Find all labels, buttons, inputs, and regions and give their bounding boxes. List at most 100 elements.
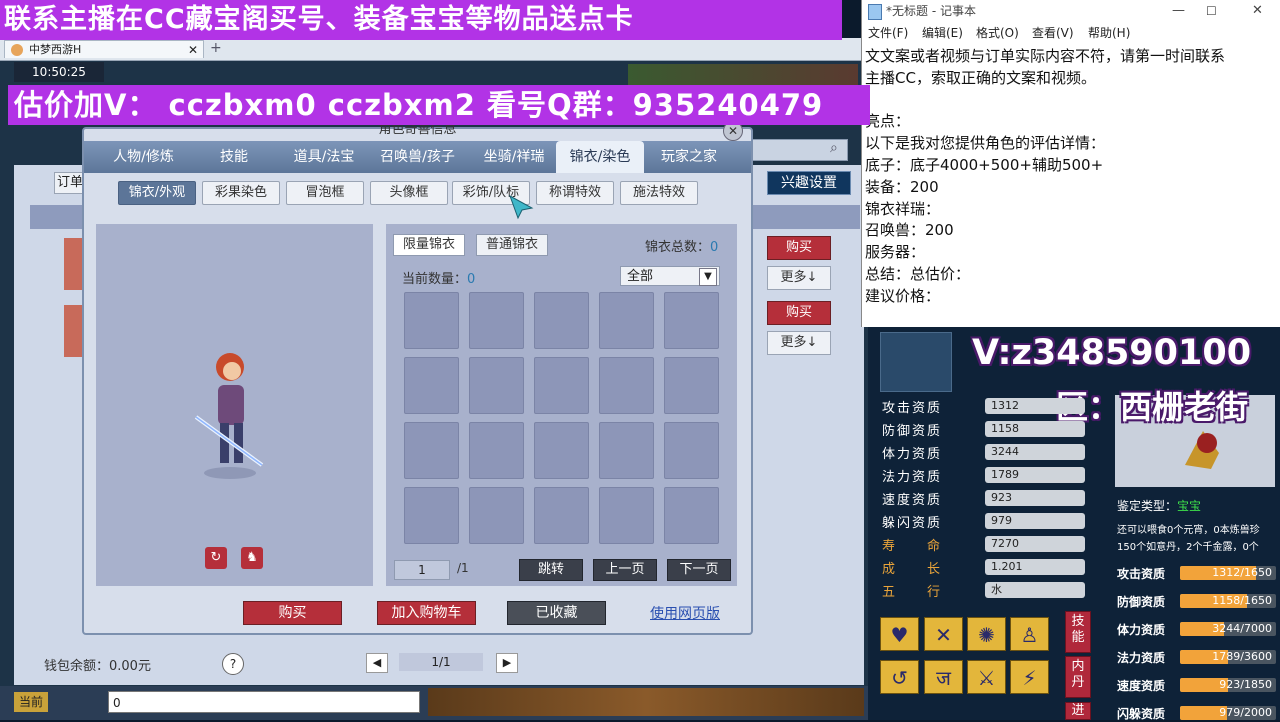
outfit-slot[interactable]: [404, 422, 459, 479]
stat-label: 寿 命: [882, 539, 943, 554]
menu-format[interactable]: 格式(O): [976, 23, 1019, 43]
stat-value: 923: [985, 490, 1085, 506]
skills-tab[interactable]: 技能: [1065, 611, 1091, 653]
subtab-dye[interactable]: 彩果染色: [202, 181, 280, 205]
outfit-slot[interactable]: [534, 487, 589, 544]
outfit-slot[interactable]: [599, 487, 654, 544]
tab-character[interactable]: 人物/修炼: [96, 141, 191, 173]
normal-outfit-tab[interactable]: 普通锦衣: [476, 234, 548, 256]
game-tab-bar: 中梦西游H ✕ +: [0, 38, 868, 61]
stat-label: 成 长: [882, 562, 943, 577]
tab-items[interactable]: 道具/法宝: [280, 141, 368, 173]
more-button[interactable]: 更多↓: [767, 266, 831, 290]
menu-edit[interactable]: 编辑(E): [922, 23, 963, 43]
skill-icon[interactable]: ♥: [880, 617, 919, 651]
tab-mounts[interactable]: 坐骑/祥瑞: [469, 141, 559, 173]
outfit-slot[interactable]: [599, 422, 654, 479]
outfit-slot[interactable]: [664, 357, 719, 414]
minimize-icon[interactable]: —: [1172, 0, 1185, 22]
web-version-link[interactable]: 使用网页版: [650, 603, 720, 623]
skill-icon[interactable]: ↺: [880, 660, 919, 694]
page-prev-icon[interactable]: ◀: [366, 653, 388, 673]
skill-icon[interactable]: ⚔: [967, 660, 1006, 694]
tab-outfits[interactable]: 锦衣/染色: [556, 141, 644, 173]
dialog-buy-button[interactable]: 购买: [243, 601, 342, 625]
outfit-slot[interactable]: [599, 292, 654, 349]
help-icon[interactable]: ?: [222, 653, 244, 675]
stat-value: 1.201: [985, 559, 1085, 575]
outfit-slot[interactable]: [599, 357, 654, 414]
more-button[interactable]: 更多↓: [767, 331, 831, 355]
close-icon[interactable]: ✕: [1252, 0, 1263, 22]
aptitude-value: 1312/1650: [1212, 566, 1272, 579]
tab-skills[interactable]: 技能: [194, 141, 274, 173]
outfit-slot[interactable]: [469, 487, 524, 544]
menu-help[interactable]: 帮助(H): [1088, 23, 1130, 43]
aptitude-bar: 3244/7000: [1180, 622, 1276, 636]
outfit-slot[interactable]: [404, 357, 459, 414]
buy-button[interactable]: 购买: [767, 236, 831, 260]
outfit-slot[interactable]: [534, 422, 589, 479]
advance-tab[interactable]: 进: [1065, 702, 1091, 720]
chat-input[interactable]: 0: [108, 691, 420, 713]
aptitude-value: 1789/3600: [1212, 650, 1272, 663]
page-next-icon[interactable]: ▶: [496, 653, 518, 673]
next-page-button[interactable]: 下一页: [667, 559, 731, 581]
jump-button[interactable]: 跳转: [519, 559, 583, 581]
text-line: 锦衣祥瑞：: [865, 199, 941, 218]
search-icon[interactable]: ⌕: [830, 140, 838, 156]
action-icon[interactable]: ♞: [241, 547, 263, 569]
subtab-outfit[interactable]: 锦衣/外观: [118, 181, 196, 205]
new-tab-icon[interactable]: +: [210, 40, 222, 56]
filter-select[interactable]: 全部 ▼: [620, 266, 720, 286]
skill-icon[interactable]: ✕: [924, 617, 963, 651]
tab-pets[interactable]: 召唤兽/孩子: [370, 141, 465, 173]
subtab-title-effect[interactable]: 称谓特效: [536, 181, 614, 205]
quickbar-icons[interactable]: [428, 688, 864, 716]
chat-channel[interactable]: 当前: [14, 692, 48, 712]
outfit-slot[interactable]: [404, 487, 459, 544]
close-icon[interactable]: ✕: [188, 41, 198, 59]
fun-settings-button[interactable]: 兴趣设置: [767, 171, 851, 195]
dialog-tabs: 人物/修炼 技能 道具/法宝 召唤兽/孩子 坐骑/祥瑞 锦衣/染色 玩家之家: [84, 141, 751, 173]
outfit-slot[interactable]: [469, 292, 524, 349]
skill-icon[interactable]: ♙: [1010, 617, 1049, 651]
maximize-icon[interactable]: ☐: [1206, 0, 1217, 22]
menu-view[interactable]: 查看(V): [1032, 23, 1074, 43]
game-tab[interactable]: 中梦西游H ✕: [4, 40, 204, 58]
notepad-text-area[interactable]: 文文案或者视频与订单实际内容不符，请第一时间联系 主播CC，索取正确的文案和视频…: [865, 46, 1275, 308]
skill-icon[interactable]: ✺: [967, 617, 1006, 651]
collected-button[interactable]: 已收藏: [507, 601, 606, 625]
skill-icon[interactable]: ज: [924, 660, 963, 694]
subtab-cast-effect[interactable]: 施法特效: [620, 181, 698, 205]
outfit-slot[interactable]: [664, 292, 719, 349]
page-input[interactable]: 1: [394, 560, 450, 580]
chevron-down-icon[interactable]: ▼: [699, 268, 717, 286]
outfit-slot[interactable]: [534, 357, 589, 414]
prev-page-button[interactable]: 上一页: [593, 559, 657, 581]
outfit-slot[interactable]: [469, 422, 524, 479]
menu-file[interactable]: 文件(F): [868, 23, 908, 43]
pet-portrait: [880, 332, 952, 392]
outfit-slot[interactable]: [664, 422, 719, 479]
inner-core-tab[interactable]: 内丹: [1065, 656, 1091, 698]
tab-player-home[interactable]: 玩家之家: [649, 141, 729, 173]
rotate-icon[interactable]: ↻: [205, 547, 227, 569]
text-line: 底子：底子4000+500+辅助500+: [865, 155, 1104, 174]
outfit-total: 锦衣总数：0: [645, 236, 718, 255]
outfit-slot[interactable]: [534, 292, 589, 349]
outfit-slot[interactable]: [404, 292, 459, 349]
text-line: 召唤兽：200: [865, 221, 954, 240]
subtab-bubble[interactable]: 冒泡框: [286, 181, 364, 205]
text-line: 装备：200: [865, 177, 939, 196]
outfit-slot[interactable]: [469, 357, 524, 414]
outfit-slot[interactable]: [664, 487, 719, 544]
limited-outfit-tab[interactable]: 限量锦衣: [393, 234, 465, 256]
buy-button[interactable]: 购买: [767, 301, 831, 325]
subtab-avatar-frame[interactable]: 头像框: [370, 181, 448, 205]
add-to-cart-button[interactable]: 加入购物车: [377, 601, 476, 625]
skill-icon[interactable]: ⚡: [1010, 660, 1049, 694]
aptitude-bar: 1158/1650: [1180, 594, 1276, 608]
cursor-icon: [508, 194, 534, 220]
page-indicator: 1/1: [399, 653, 483, 671]
